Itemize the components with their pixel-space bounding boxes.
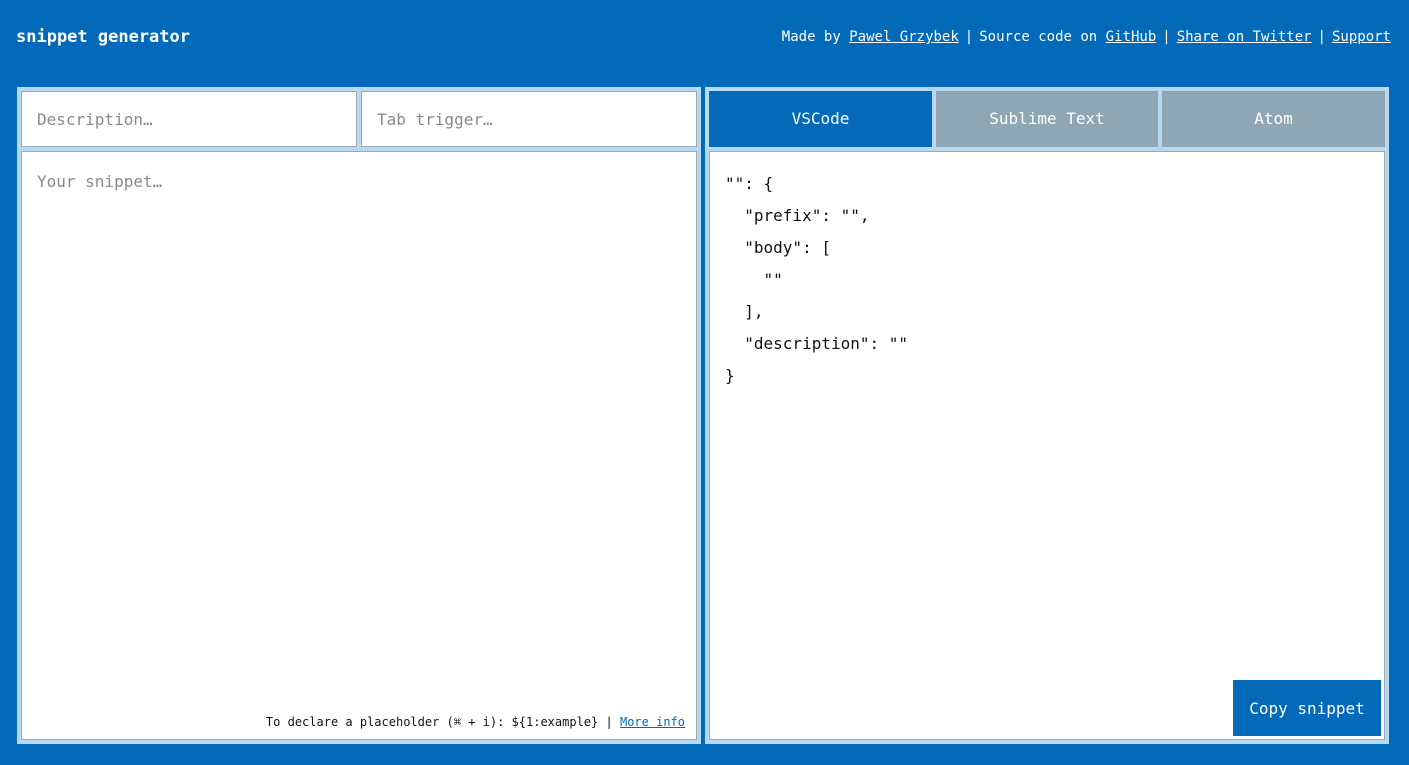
editor-tabs: VSCode Sublime Text Atom: [709, 91, 1385, 147]
tab-atom[interactable]: Atom: [1162, 91, 1385, 147]
output-panel: VSCode Sublime Text Atom "": { "prefix":…: [705, 87, 1389, 744]
app-title: snippet generator: [16, 27, 190, 47]
source-code-text: Source code on: [979, 29, 1106, 45]
header-links: Made by Pawel Grzybek | Source code on Git…: [782, 28, 1391, 46]
support-link[interactable]: Support: [1332, 29, 1391, 45]
github-link[interactable]: GitHub: [1106, 29, 1157, 45]
generated-code: "": { "prefix": "", "body": [ "" ], "des…: [725, 174, 909, 385]
more-info-link[interactable]: More info: [620, 715, 685, 729]
separator: |: [964, 29, 974, 45]
placeholder-hint: To declare a placeholder (⌘ + i): ${1:ex…: [266, 715, 685, 729]
separator: |: [1162, 29, 1171, 45]
author-link[interactable]: Pawel Grzybek: [849, 29, 959, 45]
tab-trigger-input[interactable]: [361, 91, 697, 147]
snippet-textarea[interactable]: [21, 151, 697, 740]
hint-separator: |: [605, 715, 613, 729]
separator: |: [1317, 29, 1326, 45]
copy-snippet-button[interactable]: Copy snippet: [1233, 680, 1381, 736]
twitter-share-link[interactable]: Share on Twitter: [1177, 29, 1312, 45]
hint-text: To declare a placeholder (⌘ + i): ${1:ex…: [265, 715, 599, 729]
snippet-output: "": { "prefix": "", "body": [ "" ], "des…: [709, 151, 1385, 740]
header: snippet generator Made by Pawel Grzybek |…: [0, 0, 1409, 75]
input-panel: To declare a placeholder (⌘ + i): ${1:ex…: [17, 87, 701, 744]
description-input[interactable]: [21, 91, 357, 147]
tab-vscode[interactable]: VSCode: [709, 91, 932, 147]
tab-sublime-text[interactable]: Sublime Text: [936, 91, 1158, 147]
made-by-text: Made by: [781, 29, 850, 45]
